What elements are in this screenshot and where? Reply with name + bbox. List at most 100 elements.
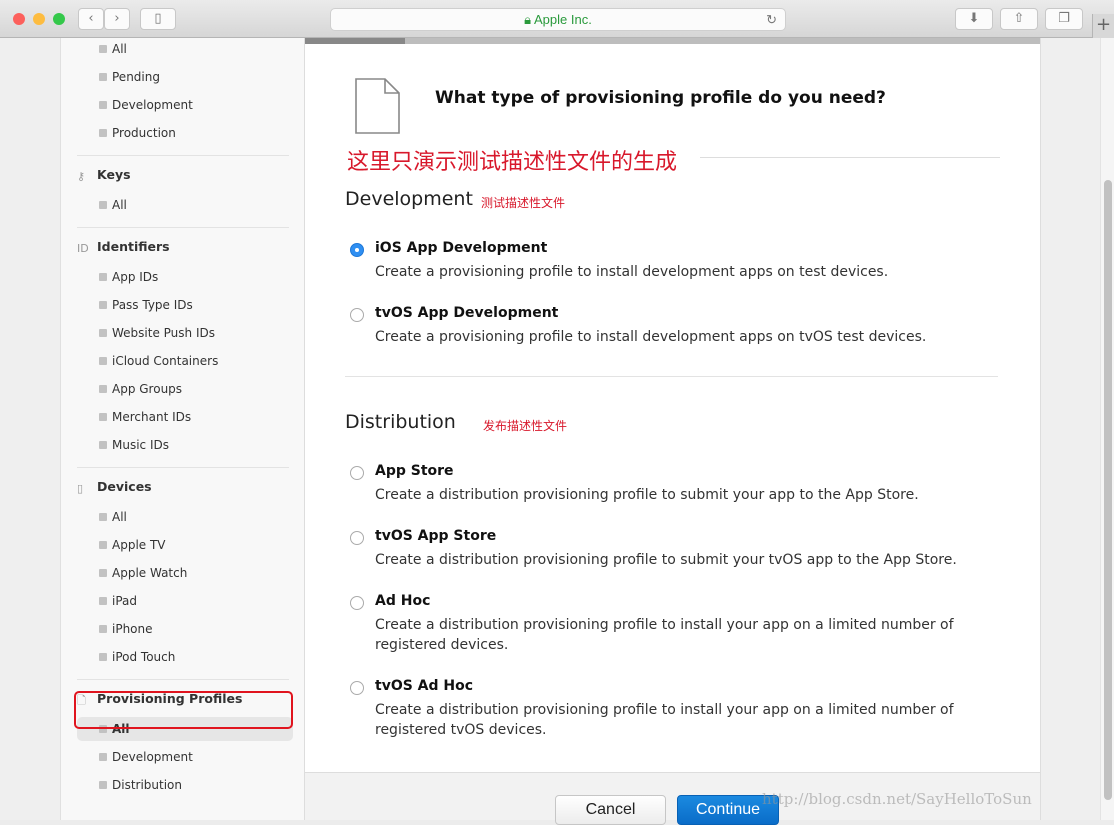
sidebar-item[interactable]: Apple Watch <box>77 561 293 585</box>
document-icon <box>355 78 400 134</box>
option-description: Create a distribution provisioning profi… <box>375 702 954 738</box>
option-description: Create a distribution provisioning profi… <box>375 552 957 568</box>
sidebar-item-label: iPhone <box>112 622 153 636</box>
option-label[interactable]: tvOS App Development <box>375 305 558 321</box>
sidebar-heading: ▯ Devices <box>77 477 152 497</box>
option-label[interactable]: Ad Hoc <box>375 593 430 609</box>
close-window-button[interactable] <box>13 13 25 25</box>
section-annotation: 测试描述性文件 <box>481 196 566 210</box>
sidebar-item-label: iCloud Containers <box>112 354 219 368</box>
sidebar-item[interactable]: Apple TV <box>77 533 293 557</box>
sidebar-item[interactable]: Development <box>77 93 293 117</box>
sidebar-item-label: Apple TV <box>112 538 166 552</box>
sidebar-item[interactable]: iCloud Containers <box>77 349 293 373</box>
new-tab-button[interactable]: + <box>1092 14 1114 38</box>
sidebar-item[interactable]: Website Push IDs <box>77 321 293 345</box>
option-label[interactable]: tvOS Ad Hoc <box>375 678 473 694</box>
bullet-icon <box>99 597 107 605</box>
forward-button[interactable]: › <box>104 8 130 30</box>
bullet-icon <box>99 45 107 53</box>
watermark: http://blog.csdn.net/SayHelloToSun <box>762 790 1032 808</box>
annotation-highlight-box <box>74 691 293 729</box>
option-label[interactable]: App Store <box>375 463 454 479</box>
sidebar-item-label: Merchant IDs <box>112 410 192 424</box>
scrollbar-thumb[interactable] <box>1104 180 1112 800</box>
key-icon: ⚷ <box>77 170 86 183</box>
chevron-right-icon: › <box>114 11 120 26</box>
address-text: Apple Inc. <box>534 12 592 27</box>
bullet-icon <box>99 73 107 81</box>
downloads-button[interactable]: ⬇ <box>955 8 993 30</box>
radio-button[interactable] <box>350 243 364 257</box>
lock-icon: 🔒︎ <box>524 12 532 27</box>
bullet-icon <box>99 329 107 337</box>
sidebar-item-label: Pass Type IDs <box>112 298 193 312</box>
sidebar-divider <box>77 679 289 680</box>
option-label[interactable]: iOS App Development <box>375 240 547 256</box>
sidebar-item[interactable]: iPad <box>77 589 293 613</box>
radio-button[interactable] <box>350 596 364 610</box>
radio-button[interactable] <box>350 531 364 545</box>
sidebar-item-label: Music IDs <box>112 438 169 452</box>
sidebar-item-label: iPod Touch <box>112 650 176 664</box>
sidebar-item-label: Production <box>112 126 176 140</box>
sidebar-item[interactable]: All <box>77 193 293 217</box>
sidebar-item-label: Website Push IDs <box>112 326 215 340</box>
option-label[interactable]: tvOS App Store <box>375 528 496 544</box>
reload-icon[interactable]: ↻ <box>766 9 777 30</box>
sidebar-icon: ▯ <box>154 11 162 26</box>
zoom-window-button[interactable] <box>53 13 65 25</box>
sidebar-divider <box>77 227 289 228</box>
sidebar-item[interactable]: App IDs <box>77 265 293 289</box>
scrollbar[interactable] <box>1100 38 1114 820</box>
sidebar-heading: ⚷ Keys <box>77 165 131 185</box>
sidebar-item[interactable]: Production <box>77 121 293 145</box>
sidebar-item[interactable]: iPhone <box>77 617 293 641</box>
bullet-icon <box>99 653 107 661</box>
share-button[interactable]: ⇧ <box>1000 8 1038 30</box>
bullet-icon <box>99 541 107 549</box>
bullet-icon <box>99 301 107 309</box>
bullet-icon <box>99 625 107 633</box>
sidebar-item[interactable]: Music IDs <box>77 433 293 457</box>
cancel-button[interactable]: Cancel <box>555 795 666 825</box>
sidebar-item[interactable]: iPod Touch <box>77 645 293 669</box>
device-icon: ▯ <box>77 482 84 495</box>
address-bar[interactable]: 🔒︎ Apple Inc. ↻ <box>330 8 786 31</box>
main-panel: What type of provisioning profile do you… <box>305 38 1040 825</box>
sidebar-divider <box>77 155 289 156</box>
radio-button[interactable] <box>350 308 364 322</box>
radio-button[interactable] <box>350 466 364 480</box>
sidebar-item[interactable]: Development <box>77 745 293 769</box>
bullet-icon <box>99 129 107 137</box>
sidebar-toggle-button[interactable]: ▯ <box>140 8 176 30</box>
title-divider <box>700 157 1000 158</box>
option-description: Create a distribution provisioning profi… <box>375 617 954 653</box>
sidebar-item-label: All <box>112 42 127 56</box>
tabs-icon: ❐ <box>1058 11 1070 26</box>
sidebar-item-label: All <box>112 198 127 212</box>
tabs-button[interactable]: ❐ <box>1045 8 1083 30</box>
sidebar-divider <box>77 467 289 468</box>
sidebar-item[interactable]: Distribution <box>77 773 293 797</box>
bullet-icon <box>99 101 107 109</box>
step-progress <box>305 38 1040 44</box>
sidebar-item[interactable]: Pass Type IDs <box>77 293 293 317</box>
sidebar-item-label: Distribution <box>112 778 183 792</box>
sidebar-item[interactable]: All <box>77 37 293 61</box>
sidebar-item[interactable]: Pending <box>77 65 293 89</box>
radio-button[interactable] <box>350 681 364 695</box>
id-icon: ID <box>77 242 89 255</box>
sidebar-item-label: Development <box>112 750 193 764</box>
option-description: Create a provisioning profile to install… <box>375 329 927 345</box>
minimize-window-button[interactable] <box>33 13 45 25</box>
back-button[interactable]: ‹ <box>78 8 104 30</box>
sidebar-item-label: App Groups <box>112 382 183 396</box>
sidebar-item-label: Apple Watch <box>112 566 188 580</box>
sidebar-item[interactable]: All <box>77 505 293 529</box>
bullet-icon <box>99 569 107 577</box>
section-divider <box>345 376 998 377</box>
sidebar-item[interactable]: Merchant IDs <box>77 405 293 429</box>
sidebar-item[interactable]: App Groups <box>77 377 293 401</box>
sidebar-item-label: iPad <box>112 594 138 608</box>
